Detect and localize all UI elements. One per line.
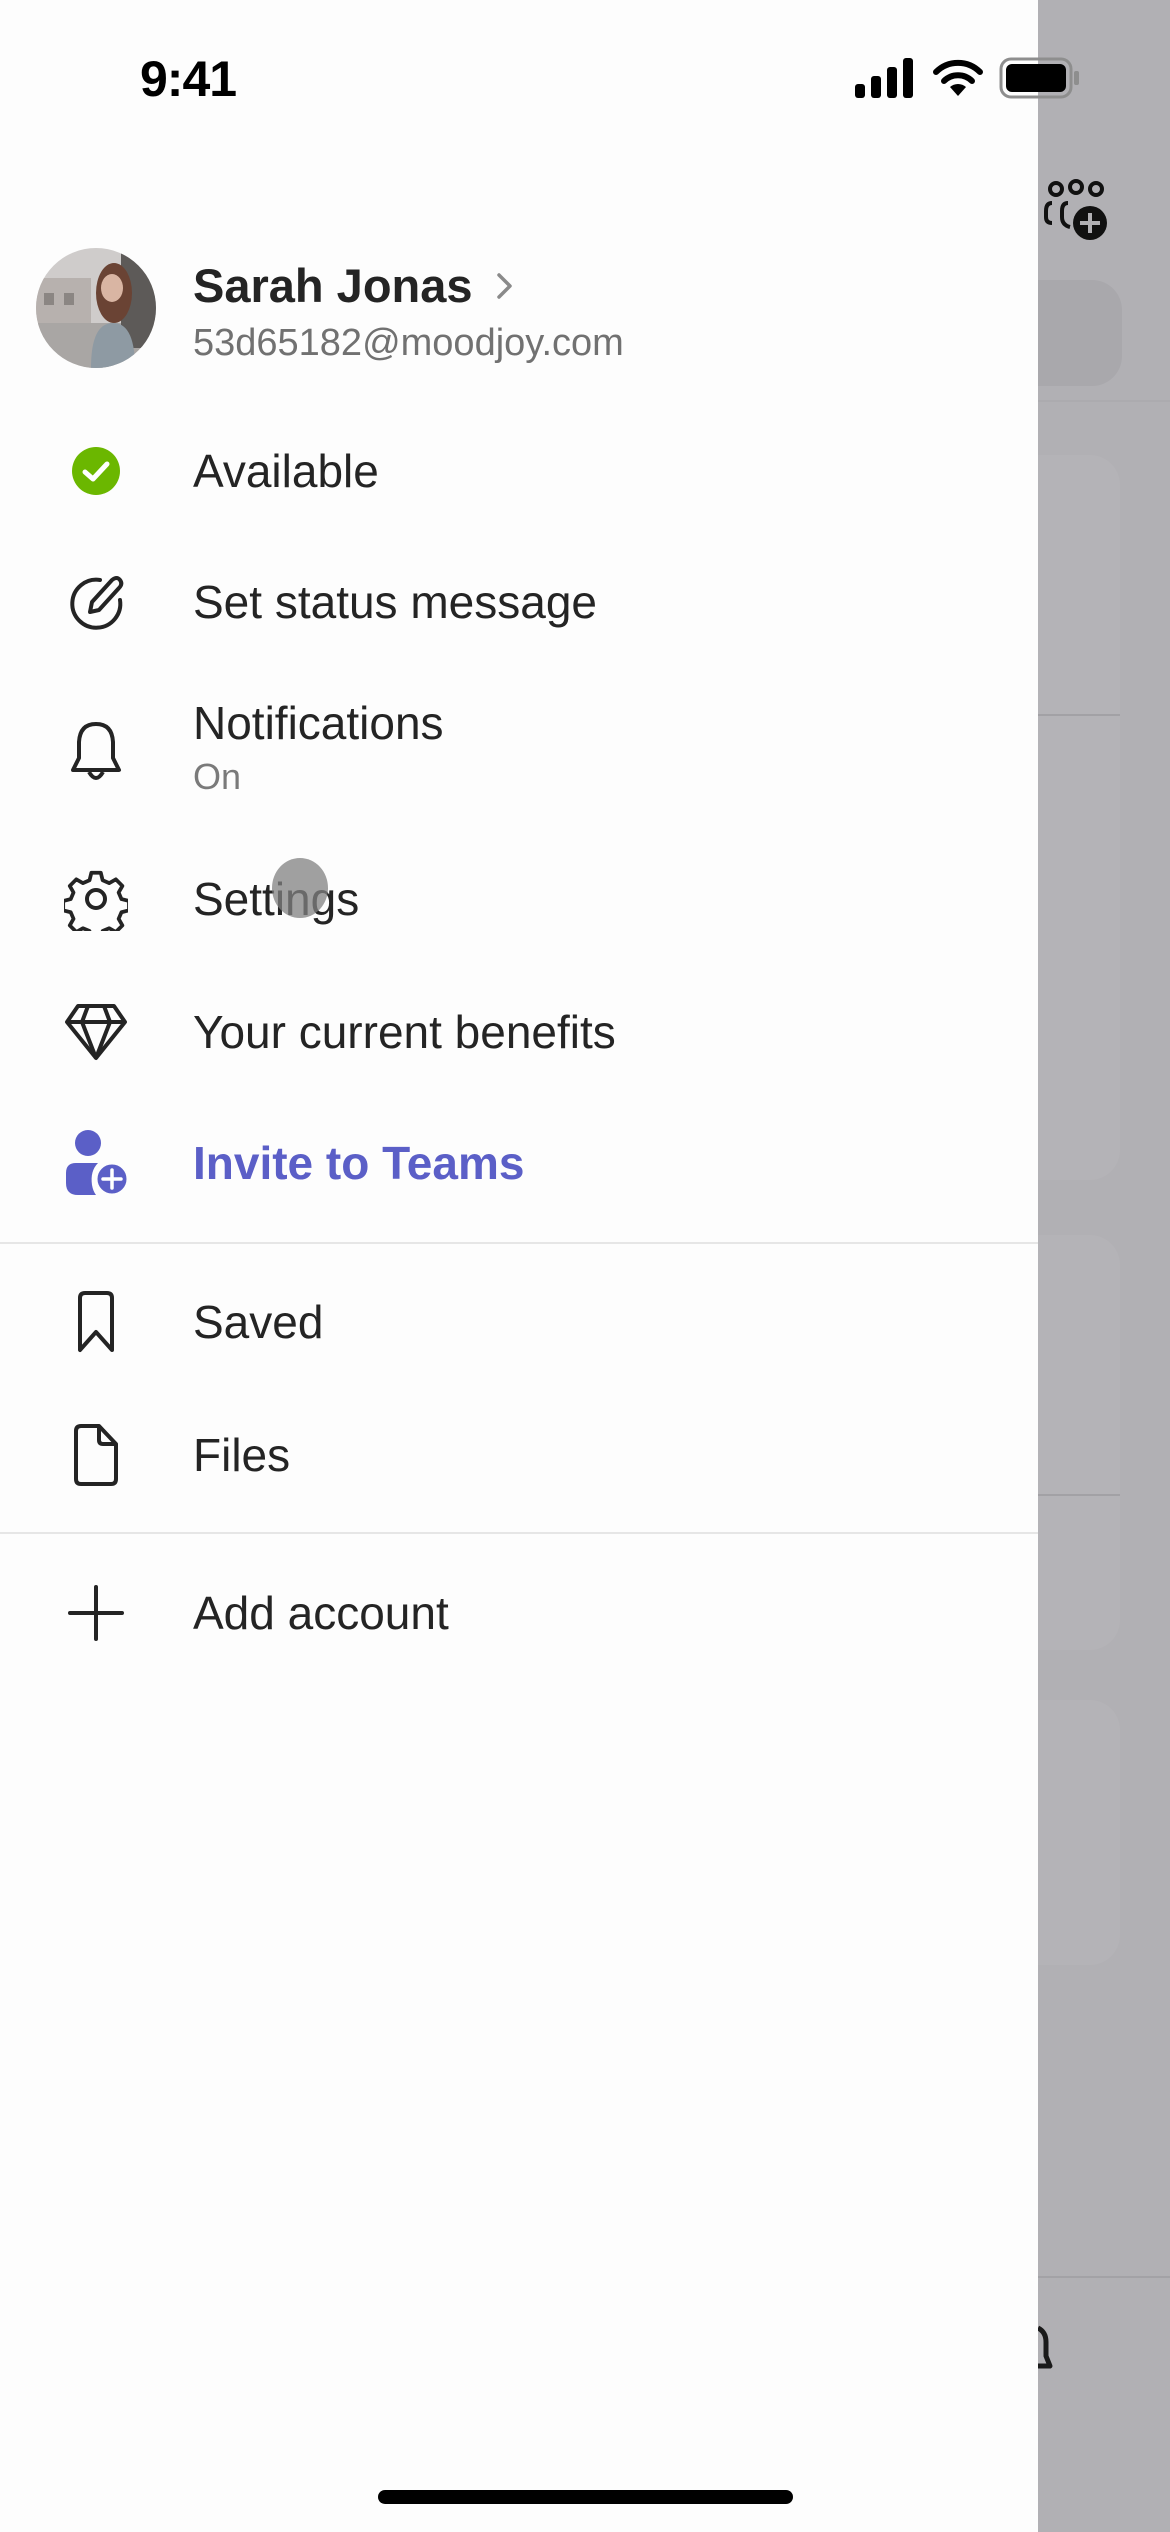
menu-item-files[interactable]: Files xyxy=(0,1400,1038,1510)
wifi-icon xyxy=(933,59,983,96)
menu-item-set-status-message[interactable]: Set status message xyxy=(0,547,1038,657)
file-icon xyxy=(56,1415,136,1495)
menu-item-label: Files xyxy=(193,1429,291,1481)
menu-item-label: Set status message xyxy=(193,576,597,628)
profile-name: Sarah Jonas xyxy=(193,259,473,312)
menu-item-label: Your current benefits xyxy=(193,1006,616,1058)
backdrop-divider xyxy=(1038,714,1120,716)
menu-item-sublabel: On xyxy=(193,756,242,797)
menu-item-label: Notifications xyxy=(193,697,444,749)
touch-indicator xyxy=(272,858,328,918)
status-available-icon xyxy=(56,431,136,511)
home-indicator[interactable] xyxy=(378,2490,793,2504)
menu-item-label: Invite to Teams xyxy=(193,1137,525,1189)
bell-icon xyxy=(56,712,136,792)
menu-item-label: Saved xyxy=(193,1296,324,1348)
chevron-right-icon xyxy=(496,272,512,299)
cellular-signal-icon xyxy=(855,58,913,98)
menu-item-saved[interactable]: Saved xyxy=(0,1267,1038,1377)
section-divider xyxy=(0,1532,1038,1534)
section-divider xyxy=(0,1242,1038,1244)
profile-photo xyxy=(36,248,156,368)
backdrop-divider xyxy=(1038,400,1170,402)
menu-item-invite-to-teams[interactable]: Invite to Teams xyxy=(0,1108,1038,1218)
status-icons xyxy=(855,56,1081,100)
bookmark-icon xyxy=(56,1282,136,1362)
backdrop-tabbar-divider xyxy=(1038,2276,1170,2278)
profile-email: 53d65182@moodjoy.com xyxy=(193,322,624,364)
backdrop-divider xyxy=(1038,1494,1120,1496)
menu-item-label: Available xyxy=(193,445,379,497)
diamond-icon xyxy=(56,992,136,1072)
profile-name-link[interactable]: Sarah Jonas xyxy=(193,258,515,313)
menu-item-label: Add account xyxy=(193,1587,449,1639)
menu-item-available[interactable]: Available xyxy=(0,416,1038,526)
menu-item-settings[interactable]: Settings xyxy=(0,844,1038,954)
plus-icon xyxy=(56,1573,136,1653)
status-time: 9:41 xyxy=(140,51,237,107)
menu-item-current-benefits[interactable]: Your current benefits xyxy=(0,977,1038,1087)
avatar[interactable] xyxy=(36,248,156,368)
menu-item-add-account[interactable]: Add account xyxy=(0,1558,1038,1668)
edit-status-icon xyxy=(56,562,136,642)
person-add-icon xyxy=(56,1123,136,1203)
new-team-icon xyxy=(1044,179,1107,240)
battery-icon xyxy=(999,57,1079,99)
menu-item-notifications[interactable]: Notifications On xyxy=(0,690,1038,820)
gear-icon xyxy=(56,859,136,939)
account-drawer: 9:41 Sarah Jonas 53d65182@moodjoy.com Av… xyxy=(0,0,1079,2532)
